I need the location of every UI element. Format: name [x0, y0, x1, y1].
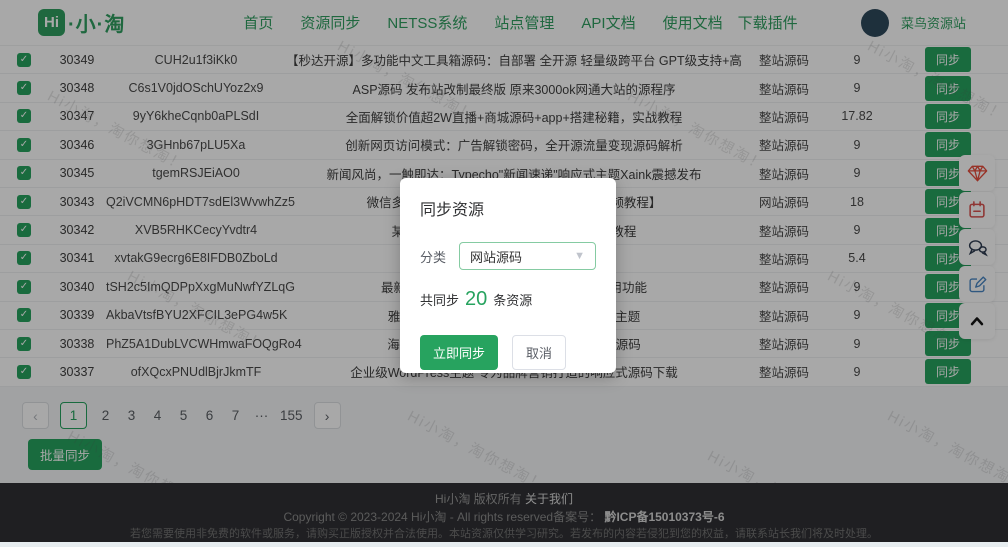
page: Hi ·小·淘 首页 资源同步 NETSS系统 站点管理 API文档 使用文档 … [0, 0, 1008, 547]
cancel-button[interactable]: 取消 [512, 335, 566, 370]
category-selected-value: 网站源码 [470, 247, 522, 266]
modal-title: 同步资源 [420, 196, 596, 220]
horizontal-scrollbar[interactable] [0, 542, 1008, 547]
category-label: 分类 [420, 247, 446, 266]
chevron-down-icon: ▼ [574, 250, 585, 262]
sync-count: 20 [459, 288, 493, 311]
category-select[interactable]: 网站源码 ▼ [459, 242, 596, 270]
sync-summary: 共同步 20 条资源 [420, 288, 596, 311]
confirm-sync-button[interactable]: 立即同步 [420, 335, 498, 370]
sync-resource-modal: 同步资源 分类 网站源码 ▼ 共同步 20 条资源 立即同步 取消 [400, 178, 616, 373]
